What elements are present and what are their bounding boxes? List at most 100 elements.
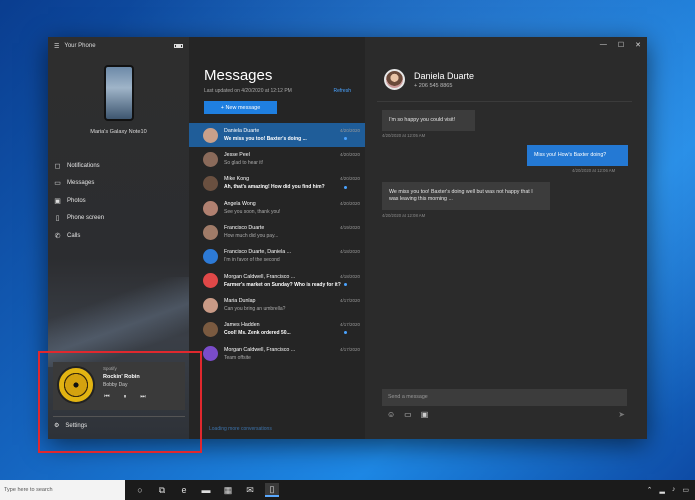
conversation-date: 4/19/2020 xyxy=(339,225,360,231)
conversation-item[interactable]: Daniela Duarte 4/20/2020 We miss you too! … xyxy=(189,123,365,148)
cortana-icon[interactable]: ○ xyxy=(133,483,147,497)
sidebar-item-notifications[interactable]: ◻ Notifications xyxy=(48,157,189,175)
conversation-top: Daniela Duarte 4/20/2020 xyxy=(224,128,360,134)
composer-tools: ☺ ▭ ▣ xyxy=(387,410,428,419)
photo-icon: ▣ xyxy=(54,197,61,205)
sidebar-item-label: Phone screen xyxy=(67,215,105,222)
track-artist: Bobby Day xyxy=(103,382,128,388)
conversation-top: Francisco Duarte 4/19/2020 xyxy=(224,225,360,231)
conversation-preview: Cool! Ms. Zenk ordered 50... xyxy=(224,330,291,337)
conversation-date: 4/20/2020 xyxy=(339,200,360,206)
hamburger-icon[interactable]: ☰ xyxy=(54,43,59,50)
loading-more-text: Loading more conversations xyxy=(209,426,272,432)
avatar xyxy=(203,127,218,143)
network-icon[interactable]: ▂ xyxy=(659,486,664,494)
sidebar-item-calls[interactable]: ✆ Calls xyxy=(48,227,189,245)
avatar xyxy=(203,200,218,216)
message-input[interactable]: Send a message xyxy=(382,389,627,406)
music-info: Spotify Rockin' Robin Bobby Day ⏮ ⏸ ⏭ xyxy=(103,366,147,406)
sidebar-item-photos[interactable]: ▣ Photos xyxy=(48,192,189,210)
avatar xyxy=(203,346,218,362)
conversation-top: Maria Dunlap 4/17/2020 xyxy=(224,298,360,304)
mail-icon[interactable]: ✉ xyxy=(243,483,257,497)
conversation-date: 4/20/2020 xyxy=(339,152,360,158)
previous-track-icon[interactable]: ⏮ xyxy=(103,393,111,401)
taskbar-search-input[interactable]: Type here to search xyxy=(0,480,125,500)
conversation-preview: I'm in favor of the second xyxy=(224,257,280,264)
conversation-name: Francisco Duarte, Daniela ... xyxy=(224,249,292,256)
message-timestamp: 4/20/2020 at 12:06 AM xyxy=(572,168,616,173)
pause-icon[interactable]: ⏸ xyxy=(121,393,129,401)
conversation-name: Daniela Duarte xyxy=(224,127,260,134)
conversation-item[interactable]: Mike Kong 4/20/2020 Ah, that's amazing! Ho… xyxy=(189,172,365,196)
message-bubble-incoming: We miss you too! Baxter's doing well but… xyxy=(382,182,550,210)
sidebar-item-phone-screen[interactable]: ▯ Phone screen xyxy=(48,210,189,228)
message-timestamp: 4/20/2020 at 12:05 AM xyxy=(382,133,426,138)
sidebar-item-label: Notifications xyxy=(67,162,100,169)
edge-icon[interactable]: e xyxy=(177,483,191,497)
close-icon[interactable]: ✕ xyxy=(635,41,641,49)
conversation-preview: See you soon, thank you! xyxy=(224,208,281,215)
conversation-item[interactable]: Angela Wong 4/20/2020 See you soon, thank … xyxy=(189,196,365,220)
your-phone-taskbar-icon[interactable]: ▯ xyxy=(265,483,279,497)
conversation-body: Francisco Duarte 4/19/2020 How much did yo… xyxy=(224,225,360,240)
conversation-preview: Ah, that's amazing! How did you find him… xyxy=(224,184,325,191)
phone-image xyxy=(103,65,134,121)
minimize-icon[interactable]: — xyxy=(600,41,607,49)
store-icon[interactable]: ▦ xyxy=(221,483,235,497)
divider xyxy=(53,416,185,417)
sidebar-item-messages[interactable]: ▭ Messages xyxy=(48,175,189,193)
conversation-preview: Team offsite xyxy=(224,354,251,361)
file-explorer-icon[interactable]: ▬ xyxy=(199,483,213,497)
conversation-list-pane: Messages Last updated on 4/20/2020 at 12… xyxy=(189,37,365,439)
settings-button[interactable]: ⚙ Settings xyxy=(54,422,87,430)
conversation-date: 4/20/2020 xyxy=(339,176,360,182)
chevron-up-icon[interactable]: ⌃ xyxy=(647,486,653,494)
conversation-body: Morgan Caldwell, Francisco ... 4/17/2020 T… xyxy=(224,347,360,362)
conversation-list: Daniela Duarte 4/20/2020 We miss you too! … xyxy=(189,123,365,366)
conversation-top: Angela Wong 4/20/2020 xyxy=(224,201,360,207)
conversation-top: Francisco Duarte, Daniela ... 4/18/2020 xyxy=(224,249,360,255)
conversation-body: Jesse Peel 4/20/2020 So glad to hear it! xyxy=(224,152,360,167)
conversation-item[interactable]: Francisco Duarte 4/19/2020 How much did yo… xyxy=(189,220,365,244)
avatar xyxy=(203,322,218,338)
conversation-item[interactable]: Morgan Caldwell, Francisco ... 4/17/2020 T… xyxy=(189,342,365,366)
emoji-icon[interactable]: ☺ xyxy=(387,410,395,419)
next-track-icon[interactable]: ⏭ xyxy=(139,393,147,401)
conversation-item[interactable]: Jesse Peel 4/20/2020 So glad to hear it! xyxy=(189,147,365,171)
album-art xyxy=(57,366,95,404)
titlebar: ☰ Your Phone xyxy=(48,37,189,55)
last-updated-text: Last updated on 4/20/2020 at 12:12 PM xyxy=(204,88,292,94)
conversation-item[interactable]: Maria Dunlap 4/17/2020 Can you bring an um… xyxy=(189,293,365,317)
conversation-name: Morgan Caldwell, Francisco ... xyxy=(224,346,296,353)
refresh-link[interactable]: Refresh xyxy=(333,88,351,94)
conversation-item[interactable]: James Hadden 4/17/2020 Cool! Ms. Zenk orde… xyxy=(189,317,365,341)
conversation-date: 4/18/2020 xyxy=(339,249,360,255)
notification-center-icon[interactable]: ▭ xyxy=(682,486,689,494)
conversation-preview: How much did you pay... xyxy=(224,233,279,240)
task-view-icon[interactable]: ⧉ xyxy=(155,483,169,497)
maximize-icon[interactable]: ☐ xyxy=(618,41,624,49)
image-icon[interactable]: ▣ xyxy=(421,410,429,419)
conversation-body: Francisco Duarte, Daniela ... 4/18/2020 I'… xyxy=(224,249,360,264)
wallpaper-mountain xyxy=(48,277,189,367)
conversation-item[interactable]: Francisco Duarte, Daniela ... 4/18/2020 I'… xyxy=(189,244,365,268)
new-message-button[interactable]: + New message xyxy=(204,101,277,114)
unread-dot xyxy=(344,137,347,140)
conversation-name: Angela Wong xyxy=(224,200,256,207)
conversation-item[interactable]: Morgan Caldwell, Francisco ... 4/18/2020 F… xyxy=(189,269,365,293)
gif-icon[interactable]: ▭ xyxy=(404,410,412,419)
left-pane: ☰ Your Phone Maria's Galaxy Note10 ◻ Not… xyxy=(48,37,189,439)
conversation-date: 4/18/2020 xyxy=(339,273,360,279)
avatar xyxy=(203,176,218,192)
music-app-name: Spotify xyxy=(103,366,117,371)
messages-header: Messages Last updated on 4/20/2020 at 12… xyxy=(189,37,365,114)
send-icon[interactable]: ➤ xyxy=(618,410,625,419)
conversation-date: 4/20/2020 xyxy=(339,127,360,133)
taskbar: Type here to search ○ ⧉ e ▬ ▦ ✉ ▯ ⌃ ▂ ♪ … xyxy=(0,480,695,500)
conversation-preview: So glad to hear it! xyxy=(224,160,264,167)
conversation-top: Morgan Caldwell, Francisco ... 4/18/2020 xyxy=(224,274,360,280)
volume-icon[interactable]: ♪ xyxy=(672,486,676,494)
conversation-body: Mike Kong 4/20/2020 Ah, that's amazing! Ho… xyxy=(224,176,360,191)
sidebar-item-label: Photos xyxy=(67,197,86,204)
